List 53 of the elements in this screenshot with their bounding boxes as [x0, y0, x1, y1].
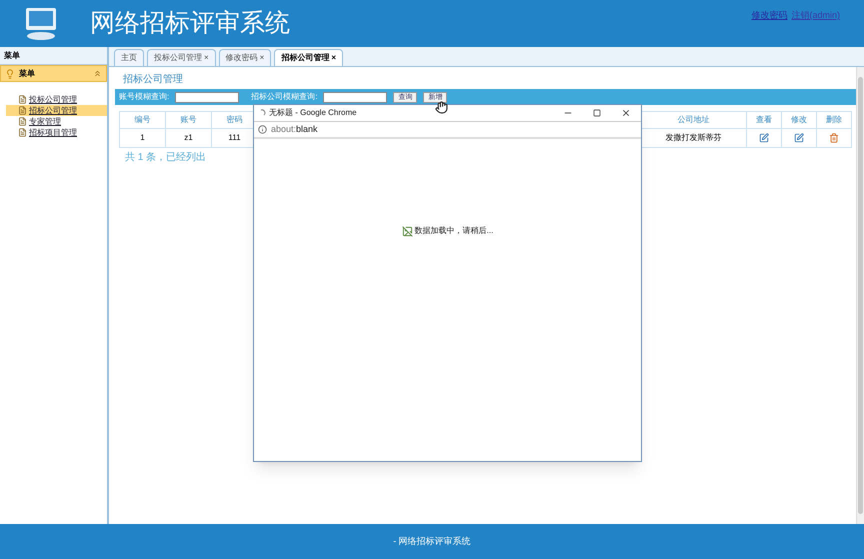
column-header: 编号: [120, 112, 165, 129]
column-header: 查看: [747, 112, 781, 129]
column-header: 删除: [817, 112, 851, 129]
menu-item[interactable]: 招标公司管理: [6, 105, 107, 116]
menu-item-label: 招标公司管理: [29, 104, 77, 116]
close-icon[interactable]: [621, 108, 631, 118]
menu-panel-header[interactable]: 菜单: [0, 65, 107, 82]
delete-icon[interactable]: [829, 133, 839, 143]
footer-text: - 网络招标评审系统: [393, 534, 471, 548]
menu-item-label: 招标项目管理: [29, 126, 77, 138]
document-icon: [18, 106, 27, 115]
popup-title: 无标题 - Google Chrome: [269, 107, 357, 119]
document-icon: [18, 95, 27, 104]
address-text: about:blank: [271, 122, 318, 136]
broken-image-icon: [402, 226, 413, 236]
loading-icon: [260, 109, 266, 117]
table-cell-text: 1: [139, 132, 146, 144]
page-title: 招标公司管理: [123, 72, 184, 87]
column-header: 修改: [782, 112, 816, 129]
menu-item[interactable]: 投标公司管理: [6, 94, 107, 105]
tab[interactable]: 投标公司管理 ×: [147, 49, 216, 66]
menu-item-label: 投标公司管理: [29, 94, 77, 106]
menu-item[interactable]: 招标项目管理: [6, 127, 107, 138]
app-title: 网络招标评审系统: [90, 8, 290, 39]
lightbulb-icon: [5, 68, 15, 78]
menu-item-label: 专家管理: [29, 116, 61, 128]
info-icon: [258, 125, 267, 134]
close-tab-icon[interactable]: ×: [331, 52, 336, 64]
edit-icon[interactable]: [794, 133, 804, 143]
summary-text: 共 1 条，已经列出: [125, 150, 208, 165]
menu-item[interactable]: 专家管理: [6, 116, 107, 127]
table-cell: 发撒打发斯蒂芬: [666, 132, 722, 144]
tab[interactable]: 主页: [114, 49, 144, 66]
filter-label: 账号模糊查询:: [119, 91, 170, 103]
table-cell-text: 111: [227, 132, 242, 144]
sidebar-title: 菜单: [4, 50, 20, 62]
filter-label: 招标公司模糊查询:: [251, 91, 318, 103]
tab[interactable]: 招标公司管理 ×: [274, 49, 344, 66]
search-field[interactable]: [175, 92, 240, 102]
loading-message: 数据加载中，请稍后...: [414, 225, 494, 237]
panel-title: 菜单: [19, 68, 35, 80]
document-icon: [18, 117, 27, 126]
close-tab-icon[interactable]: ×: [204, 52, 209, 64]
monitor-icon: [24, 6, 58, 42]
table-cell-text: z1: [183, 132, 194, 144]
search-field[interactable]: [323, 92, 388, 102]
view-icon[interactable]: [759, 133, 769, 143]
maximize-icon[interactable]: [593, 109, 601, 117]
close-tab-icon[interactable]: ×: [260, 52, 264, 64]
collapse-icon[interactable]: [93, 69, 102, 78]
document-icon: [18, 128, 27, 137]
column-header: 账号: [166, 112, 211, 129]
tab[interactable]: 修改密码 ×: [218, 49, 272, 66]
